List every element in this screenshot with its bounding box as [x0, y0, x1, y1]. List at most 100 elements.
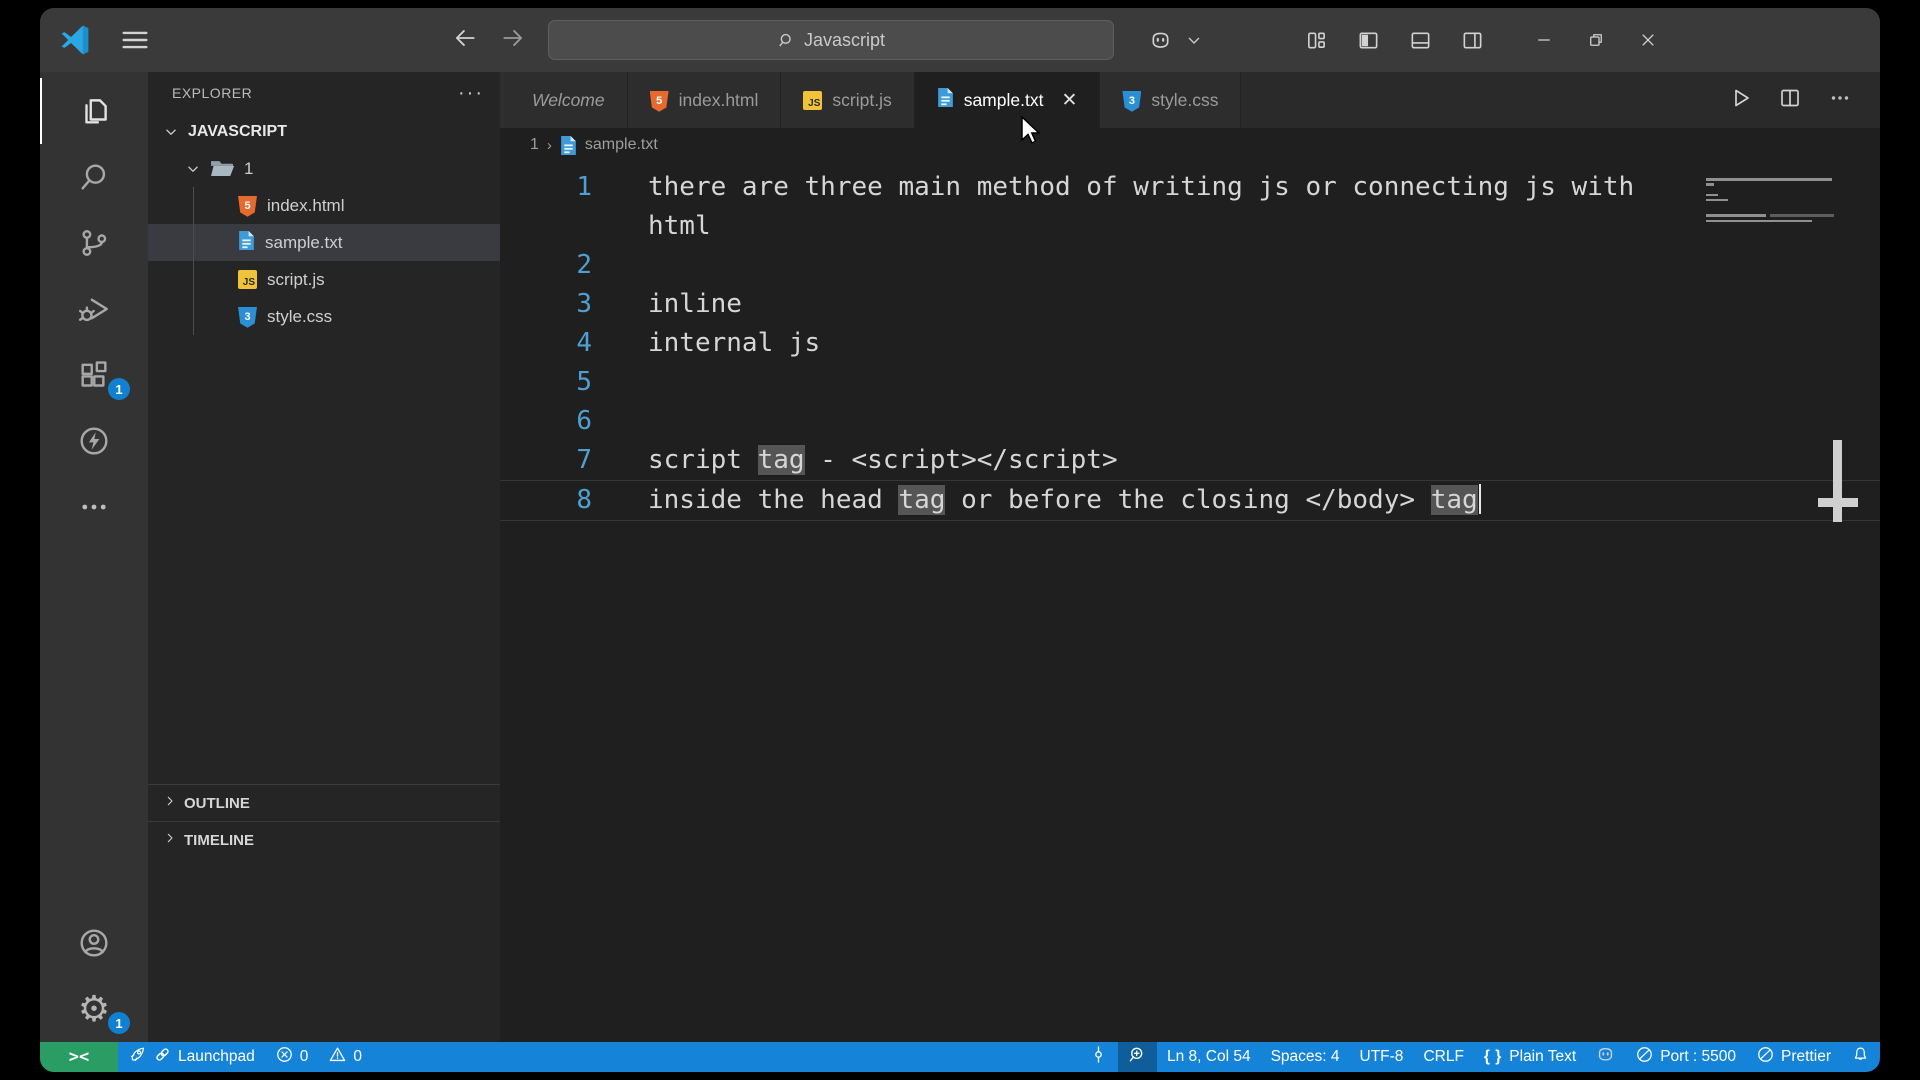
ports-forward[interactable]	[1079, 1042, 1118, 1072]
code-text: or before the closing </body>	[945, 485, 1431, 515]
more-icon[interactable]	[1828, 86, 1852, 115]
customize-layout-icon[interactable]	[1298, 23, 1334, 57]
sidebar-title: EXPLORER	[172, 85, 253, 101]
live-server-port[interactable]: Port : 5500	[1625, 1042, 1746, 1072]
split-editor-icon[interactable]	[1778, 86, 1802, 115]
chevron-down-icon[interactable]	[1184, 23, 1204, 57]
tab-Welcome[interactable]: Welcome	[500, 72, 628, 128]
section-label: OUTLINE	[184, 794, 250, 812]
file-name: index.html	[267, 195, 345, 215]
sidebar-more-actions[interactable]: ···	[458, 82, 484, 105]
file-item-style.css[interactable]: 3 style.css	[148, 298, 500, 335]
problems-errors[interactable]: 0	[265, 1042, 319, 1072]
menu-icon[interactable]	[118, 23, 152, 57]
editor-group: Welcome 5 index.html JS script.js sample.txt ✕…	[500, 72, 1880, 1042]
file-item-sample.txt[interactable]: sample.txt	[148, 224, 500, 261]
code-area[interactable]: 1 there are three main method of writing …	[500, 162, 1880, 1042]
cursor-position[interactable]: Ln 8, Col 54	[1157, 1042, 1261, 1072]
file-name: style.css	[267, 306, 333, 326]
section-timeline[interactable]: TIMELINE	[148, 821, 500, 858]
line-number: 8	[576, 485, 592, 515]
activity-source-control-icon[interactable]	[40, 210, 148, 276]
notifications[interactable]	[1841, 1042, 1880, 1072]
word-highlight: tag	[898, 485, 946, 515]
status-label: Ln 8, Col 54	[1166, 1048, 1251, 1065]
line-text: there are three main method of writing j…	[648, 168, 1658, 246]
line-number: 5	[576, 367, 592, 397]
file-item-index.html[interactable]: 5 index.html	[148, 187, 500, 224]
status-label: Plain Text	[1509, 1048, 1577, 1065]
word-highlight: tag	[757, 445, 805, 475]
section-outline[interactable]: OUTLINE	[148, 784, 500, 821]
line-text: inside the head tag or before the closin…	[648, 481, 1482, 520]
forward-arrow-icon[interactable]	[500, 25, 526, 56]
toggle-panel-icon[interactable]	[1402, 23, 1438, 57]
tab-style.css[interactable]: 3 style.css	[1100, 72, 1242, 128]
line-number: 1	[576, 172, 592, 202]
copilot-icon	[1596, 1045, 1615, 1069]
status-label: 0	[299, 1048, 309, 1065]
close-button[interactable]	[1622, 18, 1674, 62]
problems-warnings[interactable]: 0	[318, 1042, 372, 1072]
breadcrumb-file: sample.txt	[584, 136, 658, 153]
restore-button[interactable]	[1570, 18, 1622, 62]
remote-indicator[interactable]: ><	[40, 1042, 118, 1072]
indent-guide	[193, 187, 194, 335]
encoding[interactable]: UTF-8	[1350, 1042, 1414, 1072]
status-bar: >< Launchpad 0 0 Ln 8, Col 54 Spaces: 4 UTF-8…	[40, 1042, 1880, 1072]
code-text: inline	[648, 289, 742, 319]
activity-search-icon[interactable]	[40, 144, 148, 210]
indentation[interactable]: Spaces: 4	[1261, 1042, 1350, 1072]
minimize-button[interactable]	[1518, 18, 1570, 62]
toggle-secondary-sidebar-icon[interactable]	[1454, 23, 1490, 57]
prettier[interactable]: Prettier	[1746, 1042, 1841, 1072]
minimap[interactable]	[1706, 178, 1834, 225]
back-arrow-icon[interactable]	[452, 25, 478, 56]
folder-row[interactable]: 1	[148, 150, 500, 187]
code-line-2: 2	[500, 246, 1880, 285]
folder-icon	[210, 158, 236, 179]
explorer-sidebar: EXPLORER ··· JAVASCRIPT 1 5 index.html sam…	[148, 72, 500, 1042]
title-bar: Javascript	[40, 8, 1880, 72]
tab-label: script.js	[832, 89, 892, 110]
resize-handle[interactable]	[1818, 440, 1858, 522]
tab-index.html[interactable]: 5 index.html	[627, 72, 782, 128]
activity-thunder-icon[interactable]	[40, 408, 148, 474]
code-line-4: 4 internal js	[500, 324, 1880, 363]
toggle-sidebar-icon[interactable]	[1350, 23, 1386, 57]
code-line-6: 6	[500, 402, 1880, 441]
workspace-root[interactable]: JAVASCRIPT	[148, 114, 500, 150]
warning-icon	[328, 1045, 347, 1069]
activity-run-debug-icon[interactable]	[40, 276, 148, 342]
chevron-down-icon	[184, 160, 202, 178]
status-label: 0	[353, 1048, 362, 1065]
tab-script.js[interactable]: JS script.js	[781, 72, 915, 128]
command-center-search[interactable]: Javascript	[548, 20, 1114, 60]
launchpad[interactable]: Launchpad	[118, 1042, 265, 1072]
code-line-7: 7 script tag - <script></script>	[500, 441, 1880, 480]
run-icon[interactable]	[1728, 86, 1752, 115]
activity-more-icon[interactable]	[40, 474, 148, 540]
line-number: 6	[576, 406, 592, 436]
file-item-script.js[interactable]: JS script.js	[148, 261, 500, 298]
copilot-icon[interactable]	[1142, 23, 1178, 57]
breadcrumb[interactable]: 1 › sample.txt	[500, 128, 1880, 162]
eol-sequence[interactable]: CRLF	[1413, 1042, 1473, 1072]
line-text: script tag - <script></script>	[648, 441, 1118, 480]
language-mode[interactable]: { } Plain Text	[1474, 1042, 1586, 1072]
activity-extensions-icon[interactable]: 1	[40, 342, 148, 408]
tab-sample.txt[interactable]: sample.txt ✕	[914, 72, 1101, 128]
activity-account-icon[interactable]	[40, 910, 148, 976]
activity-files-icon[interactable]	[40, 78, 148, 144]
text-cursor	[1478, 484, 1482, 514]
close-tab-icon[interactable]: ✕	[1061, 89, 1077, 112]
chevron-right-icon: ›	[546, 136, 552, 154]
activity-gear-icon[interactable]: ⚙ 1	[40, 976, 148, 1042]
status-label: Launchpad	[178, 1048, 255, 1065]
copilot-status[interactable]	[1586, 1042, 1625, 1072]
badge: 1	[108, 378, 130, 400]
tab-icon-css-icon: 3	[1122, 88, 1142, 112]
editor-actions	[1728, 72, 1880, 128]
screencast-zoom[interactable]	[1117, 1042, 1157, 1072]
tab-label: sample.txt	[963, 89, 1044, 110]
